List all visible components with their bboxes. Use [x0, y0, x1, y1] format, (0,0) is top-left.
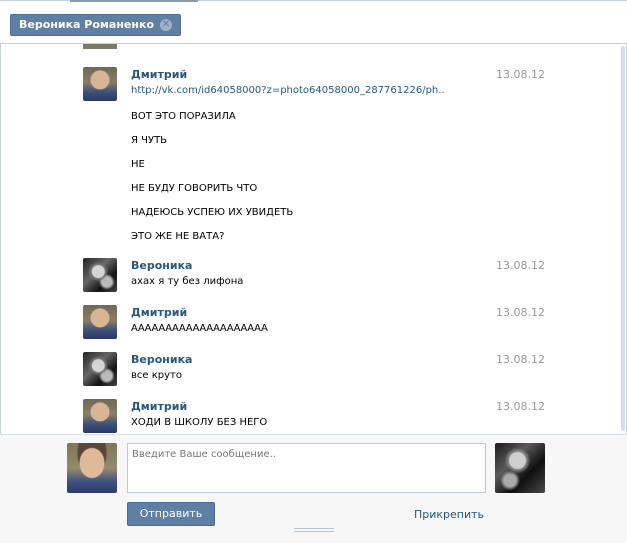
message-text: ВОТ ЭТО ПОРАЗИЛА [131, 111, 236, 122]
message-date: 13.08.12 [496, 353, 545, 366]
previous-message-avatar-partial [83, 44, 117, 49]
message-text: ЭТО ЖЕ НЕ ВАТА? [131, 231, 225, 242]
avatar[interactable] [83, 352, 117, 386]
conversation-tab-title: Вероника Романенко [19, 18, 155, 31]
message-date: 13.08.12 [496, 306, 545, 319]
messages-scrollbar[interactable] [621, 46, 625, 431]
peer-avatar[interactable] [495, 443, 545, 493]
close-icon[interactable]: ✕ [160, 19, 173, 31]
message-text: Я ЧУТЬ [131, 135, 168, 146]
message-date: 13.08.12 [496, 259, 545, 272]
avatar[interactable] [83, 258, 117, 292]
message-text: ХОДИ В ШКОЛУ БЕЗ НЕГО [131, 417, 268, 428]
message-author[interactable]: Вероника [131, 259, 192, 272]
active-tab-indicator [70, 0, 198, 2]
message-author[interactable]: Дмитрий [131, 400, 187, 413]
top-border [0, 0, 627, 3]
my-avatar[interactable] [67, 443, 117, 493]
message-author[interactable]: Вероника [131, 353, 192, 366]
message-author[interactable]: Дмитрий [131, 68, 187, 81]
message-list: Дмитрий 13.08.12 http://vk.com/id6405800… [0, 44, 620, 434]
message-text: все круто [131, 370, 182, 381]
message-text: НЕ [131, 159, 145, 170]
message-link[interactable]: http://vk.com/id64058000?z=photo64058000… [131, 85, 445, 96]
message-author[interactable]: Дмитрий [131, 306, 187, 319]
message-text: НАДЕЮСЬ УСПЕЮ ИХ УВИДЕТЬ [131, 207, 294, 218]
message-date: 13.08.12 [496, 68, 545, 81]
message-date: 13.08.12 [496, 400, 545, 413]
avatar[interactable] [83, 305, 117, 339]
send-button[interactable]: Отправить [127, 502, 215, 526]
attach-link[interactable]: Прикрепить [414, 508, 484, 521]
conversation-tab[interactable]: Вероника Романенко ✕ [10, 14, 182, 36]
message-text: АААААААААААААААААААА [131, 323, 268, 334]
message-text: НЕ БУДУ ГОВОРИТЬ ЧТО [131, 183, 258, 194]
resize-grip[interactable] [294, 528, 334, 534]
avatar[interactable] [83, 67, 117, 101]
message-input[interactable] [127, 443, 486, 493]
avatar[interactable] [83, 399, 117, 433]
message-text: ахах я ту без лифона [131, 276, 244, 287]
